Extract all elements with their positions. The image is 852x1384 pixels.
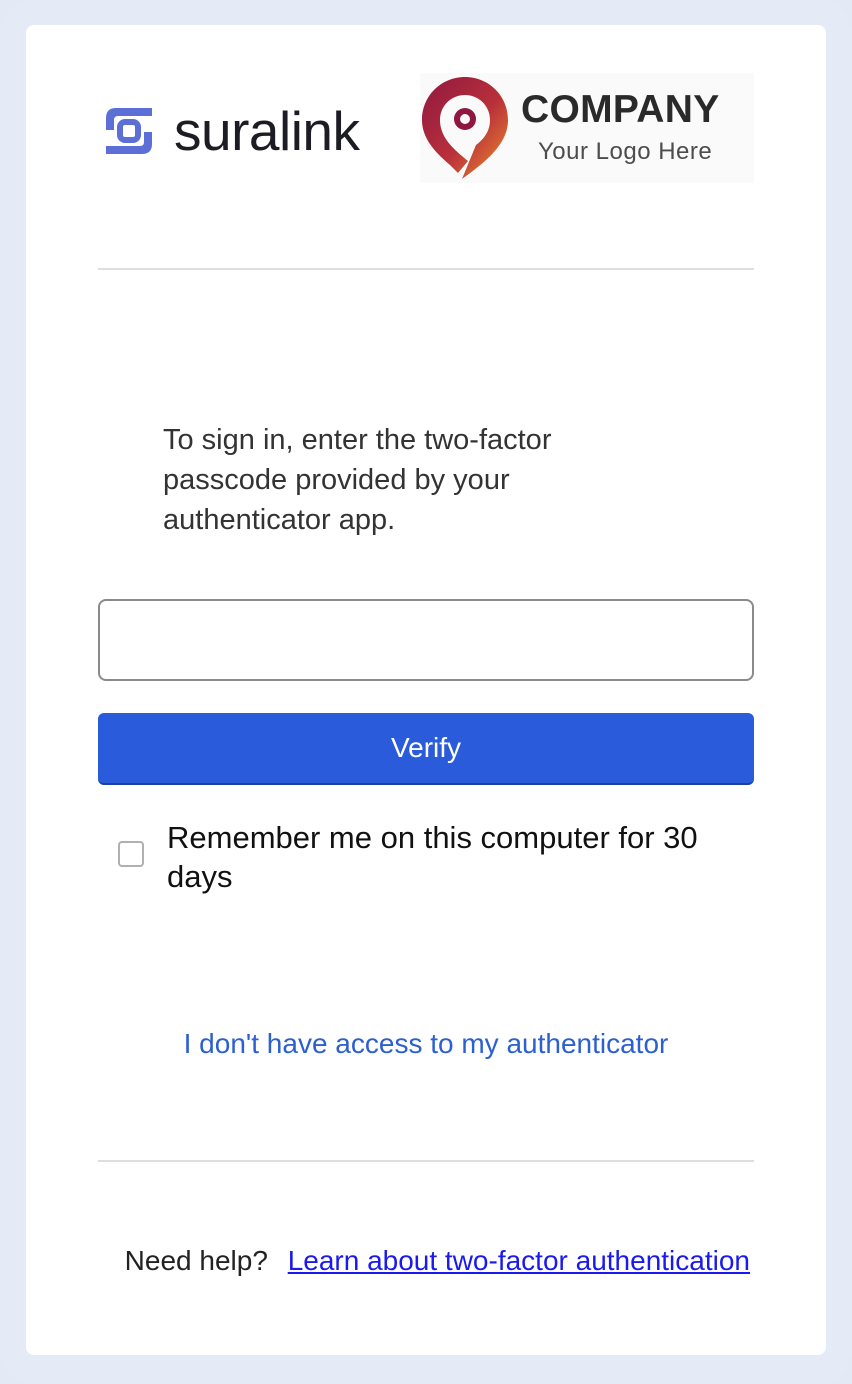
suralink-logo: suralink xyxy=(98,100,360,162)
suralink-mark-icon xyxy=(106,108,152,154)
company-name: COMPANY xyxy=(521,88,720,131)
remember-checkbox[interactable] xyxy=(118,841,144,867)
help-prefix: Need help? xyxy=(124,1245,268,1276)
verify-button[interactable]: Verify xyxy=(98,713,754,785)
map-pin-icon xyxy=(422,77,508,179)
remember-label[interactable]: Remember me on this computer for 30 days xyxy=(167,818,757,896)
footer-divider xyxy=(98,1160,754,1162)
passcode-input[interactable] xyxy=(98,599,754,681)
suralink-wordmark: suralink xyxy=(174,100,360,162)
page-background: suralink COMPANY Your Logo Here To sign … xyxy=(0,0,852,1384)
logo-header: suralink COMPANY Your Logo Here xyxy=(98,73,754,183)
header-divider xyxy=(98,268,754,270)
instructions-text: To sign in, enter the two-factor passcod… xyxy=(163,424,552,536)
no-authenticator-access-link[interactable]: I don't have access to my authenticator xyxy=(26,1028,826,1060)
learn-2fa-link[interactable]: Learn about two-factor authentication xyxy=(288,1245,750,1276)
company-tagline: Your Logo Here xyxy=(538,138,713,165)
help-row: Need help? Learn about two-factor authen… xyxy=(26,1245,826,1277)
login-card: suralink COMPANY Your Logo Here To sign … xyxy=(26,25,826,1355)
company-logo: COMPANY Your Logo Here xyxy=(420,73,754,183)
